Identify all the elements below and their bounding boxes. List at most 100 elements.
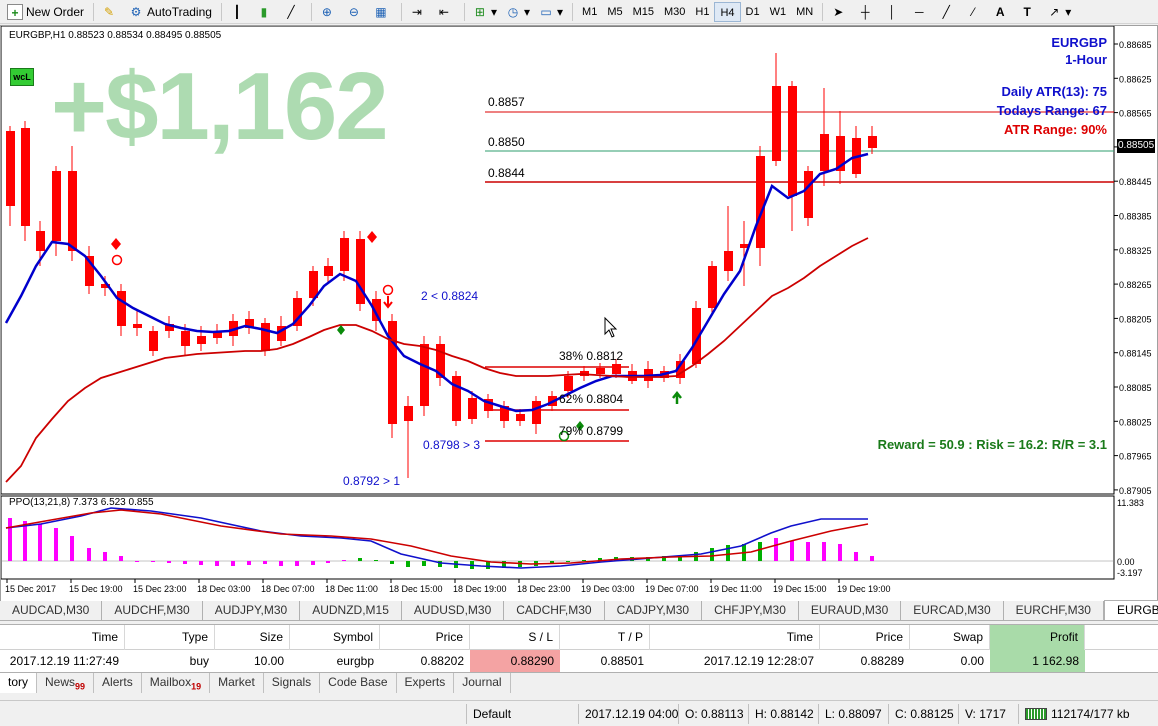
timeframe-h1-button[interactable]: H1 [690, 2, 714, 22]
periods-button[interactable]: ◷ ▾ [502, 2, 533, 22]
candle-body [36, 231, 45, 251]
symbol-tab-cadchf-m30[interactable]: CADCHF,M30 [504, 601, 605, 620]
column-header-tp-6[interactable]: T / P [560, 624, 650, 650]
column-header-price-8[interactable]: Price [820, 624, 910, 650]
ppo-histogram-bar [406, 561, 410, 567]
symbol-tab-audchf-m30[interactable]: AUDCHF,M30 [102, 601, 203, 620]
label-button[interactable]: T [1016, 2, 1041, 22]
autoscroll-button[interactable]: ⇥ [406, 2, 431, 22]
arrows-button[interactable]: ↗ ▾ [1043, 2, 1074, 22]
chart-shift-button[interactable]: ⇤ [433, 2, 458, 22]
price-tick-label: 0.88205 [1119, 314, 1152, 324]
timeframe-m5-button[interactable]: M5 [602, 2, 627, 22]
metaeditor-button[interactable]: ✎ [98, 2, 123, 22]
timeframe-m1-button[interactable]: M1 [577, 2, 602, 22]
zoom-out-button[interactable]: ⊖ [343, 2, 368, 22]
tile-windows-icon: ▦ [375, 4, 387, 19]
status-open: O: 0.88113 [678, 703, 748, 724]
symbol-tab-euraud-m30[interactable]: EURAUD,M30 [799, 601, 902, 620]
ppo-histogram-bar [422, 561, 426, 566]
symbol-tab-eurgbp-h1[interactable]: EURGBP,H1 [1103, 600, 1158, 620]
tab-signals[interactable]: Signals [264, 673, 321, 693]
annotation-8798: 0.8798 > 3 [423, 438, 481, 452]
column-header-price-4[interactable]: Price [380, 624, 470, 650]
candle-body [804, 171, 813, 218]
price-tick-label: 0.88025 [1119, 417, 1152, 427]
tab-journal[interactable]: Journal [454, 673, 511, 693]
bar-chart-button[interactable]: ┃ [226, 2, 251, 22]
cursor-button[interactable]: ➤ [827, 2, 852, 22]
tab-market[interactable]: Market [210, 673, 264, 693]
symbol-tab-eurcad-m30[interactable]: EURCAD,M30 [901, 601, 1004, 620]
timeframe-d1-button[interactable]: D1 [741, 2, 765, 22]
cell-9: 0.00 [960, 654, 984, 668]
annotation-2-lt: 2 < 0.8824 [421, 289, 479, 303]
symbol-tab-eurchf-m30[interactable]: EURCHF,M30 [1004, 601, 1104, 620]
timeframe-h4-button[interactable]: H4 [714, 1, 741, 22]
tab-news[interactable]: News99 [37, 673, 95, 693]
timeframe-m30-button[interactable]: M30 [659, 2, 690, 22]
timeframe-w1-button[interactable]: W1 [765, 2, 792, 22]
templates-button[interactable]: ▭ ▾ [535, 2, 566, 22]
ppo-histogram-bar [566, 561, 570, 562]
tab-experts[interactable]: Experts [397, 673, 455, 693]
symbol-tab-chfjpy-m30[interactable]: CHFJPY,M30 [702, 601, 799, 620]
symbol-tab-cadjpy-m30[interactable]: CADJPY,M30 [605, 601, 703, 620]
symbol-tab-audusd-m30[interactable]: AUDUSD,M30 [402, 601, 505, 620]
horizontal-line-button[interactable]: ─ [908, 2, 933, 22]
terminal-header-row: Time Type Size Symbol Price S / LT / P Time Pri… [0, 624, 1158, 650]
price-tick-label: 0.88685 [1119, 40, 1152, 50]
column-header-time-7[interactable]: Time [650, 624, 820, 650]
symbol-tab-audjpy-m30[interactable]: AUDJPY,M30 [203, 601, 301, 620]
indicators-button[interactable]: ⊞ ▾ [469, 2, 500, 22]
line-chart-button[interactable]: ╱ [280, 2, 305, 22]
current-price-marker: 0.88505 [1117, 139, 1155, 153]
time-tick-label: 18 Dec 15:00 [389, 584, 443, 594]
ppo-histogram-bar [135, 561, 139, 562]
chart-window[interactable]: 0.88685 0.88625 0.88565 0.88505 0.88445 0.883… [0, 25, 1158, 602]
column-header-sl-5[interactable]: S / L [470, 624, 560, 650]
tab-code-base-label: Code Base [328, 675, 388, 689]
candle-body [52, 171, 61, 241]
column-header-time-0[interactable]: Time [0, 624, 125, 650]
column-header-swap-9[interactable]: Swap [910, 624, 990, 650]
zoom-in-button[interactable]: ⊕ [316, 2, 341, 22]
autotrading-button[interactable]: ⚙ AutoTrading [125, 2, 215, 22]
column-header-size-2[interactable]: Size [215, 624, 290, 650]
column-header-type-1[interactable]: Type [125, 624, 215, 650]
candle-body [117, 291, 126, 326]
ppo-histogram-bar [822, 542, 826, 561]
candle-chart-button[interactable]: ▮ [253, 2, 278, 22]
ppo-histogram-bar [151, 561, 155, 562]
cell-10: 1 162.98 [990, 650, 1085, 672]
timeframe-m15-button[interactable]: M15 [628, 2, 659, 22]
ppo-histogram-bar [838, 544, 842, 561]
candle-body [149, 331, 158, 351]
new-order-button[interactable]: + New Order [4, 2, 87, 22]
candle-body [21, 128, 30, 226]
column-header-symbol-3[interactable]: Symbol [290, 624, 380, 650]
cell-3: eurgbp [336, 654, 374, 668]
crosshair-button[interactable]: ┼ [854, 2, 879, 22]
symbol-tab-audcad-m30[interactable]: AUDCAD,M30 [0, 601, 103, 620]
price-tick-label: 0.88085 [1119, 383, 1152, 393]
table-row[interactable]: 2017.12.19 11:27:49 buy 10.00 eurgbp 0.88202… [0, 650, 1158, 672]
tab-mailbox[interactable]: Mailbox19 [142, 673, 211, 693]
text-button[interactable]: A [989, 2, 1014, 22]
cell-7: 2017.12.19 12:28:07 [703, 654, 814, 668]
trendline-button[interactable]: ╱ [935, 2, 960, 22]
connection-icon [1025, 707, 1047, 720]
ppo-histogram-bar [870, 556, 874, 561]
column-header-profit-10[interactable]: Profit [990, 624, 1085, 650]
tab-history[interactable]: tory [0, 673, 38, 693]
tab-alerts[interactable]: Alerts [94, 673, 142, 693]
vertical-line-icon: │ [888, 4, 896, 19]
symbol-tab-audnzd-m15[interactable]: AUDNZD,M15 [300, 601, 402, 620]
timeframe-mn-button[interactable]: MN [791, 2, 818, 22]
tile-windows-button[interactable]: ▦ [370, 2, 395, 22]
fibo-button[interactable]: ⁄ [962, 2, 987, 22]
vertical-line-button[interactable]: │ [881, 2, 906, 22]
tab-code-base[interactable]: Code Base [320, 673, 397, 693]
bar-chart-icon: ┃ [233, 4, 241, 19]
candle-body [612, 364, 621, 374]
